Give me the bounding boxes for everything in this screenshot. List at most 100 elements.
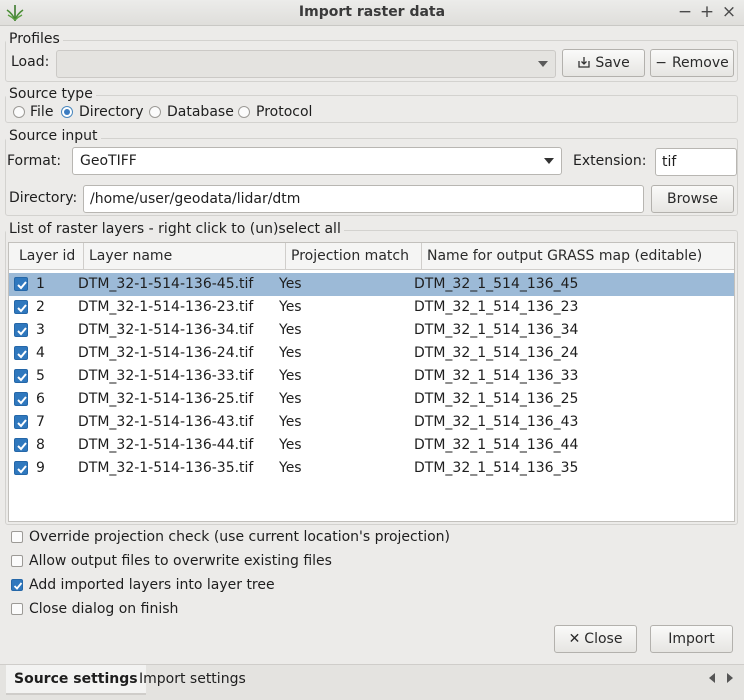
radio-directory-label[interactable]: Directory bbox=[79, 104, 144, 120]
save-profile-button[interactable]: Save bbox=[562, 49, 645, 77]
cell-layer-name: DTM_32-1-514-136-35.tif bbox=[78, 460, 254, 476]
override-projection-checkbox[interactable] bbox=[11, 531, 23, 543]
format-combo[interactable]: GeoTIFF bbox=[72, 147, 562, 175]
checkmark-icon bbox=[13, 582, 23, 590]
checkmark-icon bbox=[17, 350, 27, 359]
tab-import-settings[interactable]: Import settings bbox=[131, 665, 254, 695]
import-button[interactable]: Import bbox=[650, 625, 733, 653]
close-button[interactable]: ✕ Close bbox=[554, 625, 637, 653]
cell-layer-name: DTM_32-1-514-136-34.tif bbox=[78, 322, 254, 338]
chevron-down-icon bbox=[544, 158, 554, 164]
cell-output-name[interactable]: DTM_32_1_514_136_25 bbox=[414, 388, 578, 411]
remove-label: Remove bbox=[671, 55, 729, 71]
add-to-layer-tree-checkbox[interactable] bbox=[11, 579, 23, 591]
row-checkbox[interactable] bbox=[14, 323, 28, 337]
cell-layer-name: DTM_32-1-514-136-44.tif bbox=[78, 437, 254, 453]
column-header-layer-name[interactable]: Layer name bbox=[84, 243, 286, 270]
table-row[interactable]: 3 DTM_32-1-514-136-34.tif Yes DTM_32_1_514_… bbox=[9, 319, 734, 342]
cell-output-name[interactable]: DTM_32_1_514_136_45 bbox=[414, 273, 578, 296]
cell-output-name[interactable]: DTM_32_1_514_136_34 bbox=[414, 319, 578, 342]
profiles-group-title: Profiles bbox=[6, 31, 63, 47]
overwrite-files-label[interactable]: Allow output files to overwrite existing… bbox=[29, 553, 332, 569]
table-header: Layer id Layer name Projection match Nam… bbox=[9, 243, 734, 270]
table-row[interactable]: 6 DTM_32-1-514-136-25.tif Yes DTM_32_1_514_… bbox=[9, 388, 734, 411]
radio-database-label[interactable]: Database bbox=[167, 104, 234, 120]
row-checkbox[interactable] bbox=[14, 392, 28, 406]
table-row[interactable]: 9 DTM_32-1-514-136-35.tif Yes DTM_32_1_514_… bbox=[9, 457, 734, 480]
table-row[interactable]: 1 DTM_32-1-514-136-45.tif Yes DTM_32_1_514_… bbox=[9, 273, 734, 296]
tab-scroll-left-icon[interactable] bbox=[709, 673, 715, 683]
row-checkbox[interactable] bbox=[14, 369, 28, 383]
table-row[interactable]: 2 DTM_32-1-514-136-23.tif Yes DTM_32_1_514_… bbox=[9, 296, 734, 319]
cell-projection-match: Yes bbox=[279, 299, 302, 315]
save-label: Save bbox=[595, 55, 630, 71]
format-value: GeoTIFF bbox=[80, 153, 137, 169]
cell-layer-name: DTM_32-1-514-136-45.tif bbox=[78, 276, 254, 292]
checkmark-icon bbox=[17, 304, 27, 313]
raster-layers-table[interactable]: Layer id Layer name Projection match Nam… bbox=[8, 242, 735, 522]
column-header-output-name[interactable]: Name for output GRASS map (editable) bbox=[422, 243, 734, 270]
add-to-layer-tree-label[interactable]: Add imported layers into layer tree bbox=[29, 577, 275, 593]
directory-input[interactable]: /home/user/geodata/lidar/dtm bbox=[83, 185, 644, 213]
table-row[interactable]: 8 DTM_32-1-514-136-44.tif Yes DTM_32_1_514_… bbox=[9, 434, 734, 457]
title-bar: Import raster data − + × bbox=[0, 0, 744, 26]
table-row[interactable]: 4 DTM_32-1-514-136-24.tif Yes DTM_32_1_514_… bbox=[9, 342, 734, 365]
table-row[interactable]: 5 DTM_32-1-514-136-33.tif Yes DTM_32_1_514_… bbox=[9, 365, 734, 388]
directory-label: Directory: bbox=[9, 190, 78, 206]
column-header-layer-id[interactable]: Layer id bbox=[14, 243, 84, 270]
checkmark-icon bbox=[17, 373, 27, 382]
table-row[interactable]: 7 DTM_32-1-514-136-43.tif Yes DTM_32_1_514_… bbox=[9, 411, 734, 434]
radio-database[interactable] bbox=[149, 106, 161, 118]
remove-profile-button[interactable]: − Remove bbox=[650, 49, 734, 77]
checkmark-icon bbox=[17, 442, 27, 451]
tab-bar: Source settings Import settings bbox=[0, 664, 744, 700]
close-window-button[interactable]: × bbox=[720, 2, 738, 22]
cell-layer-name: DTM_32-1-514-136-25.tif bbox=[78, 391, 254, 407]
cell-projection-match: Yes bbox=[279, 437, 302, 453]
cell-output-name[interactable]: DTM_32_1_514_136_33 bbox=[414, 365, 578, 388]
row-checkbox[interactable] bbox=[14, 461, 28, 475]
minimize-button[interactable]: − bbox=[676, 2, 694, 22]
load-label: Load: bbox=[11, 54, 50, 70]
radio-directory[interactable] bbox=[61, 106, 73, 118]
radio-file[interactable] bbox=[13, 106, 25, 118]
layers-group-title: List of raster layers - right click to (… bbox=[6, 221, 344, 237]
tab-source-settings[interactable]: Source settings bbox=[6, 665, 146, 695]
load-profile-combo[interactable] bbox=[56, 50, 556, 78]
cell-layer-id: 5 bbox=[36, 368, 45, 384]
close-on-finish-label[interactable]: Close dialog on finish bbox=[29, 601, 178, 617]
radio-protocol[interactable] bbox=[238, 106, 250, 118]
cell-layer-id: 6 bbox=[36, 391, 45, 407]
extension-input[interactable]: tif bbox=[655, 148, 737, 176]
cell-layer-name: DTM_32-1-514-136-23.tif bbox=[78, 299, 254, 315]
maximize-button[interactable]: + bbox=[698, 2, 716, 22]
cell-projection-match: Yes bbox=[279, 391, 302, 407]
tab-scroll-right-icon[interactable] bbox=[727, 673, 733, 683]
overwrite-files-checkbox[interactable] bbox=[11, 555, 23, 567]
cell-output-name[interactable]: DTM_32_1_514_136_35 bbox=[414, 457, 578, 480]
cell-output-name[interactable]: DTM_32_1_514_136_44 bbox=[414, 434, 578, 457]
row-checkbox[interactable] bbox=[14, 346, 28, 360]
browse-button[interactable]: Browse bbox=[651, 185, 734, 213]
checkmark-icon bbox=[17, 281, 27, 290]
save-icon bbox=[578, 57, 590, 68]
checkmark-icon bbox=[17, 327, 27, 336]
row-checkbox[interactable] bbox=[14, 415, 28, 429]
cell-layer-id: 9 bbox=[36, 460, 45, 476]
cell-output-name[interactable]: DTM_32_1_514_136_43 bbox=[414, 411, 578, 434]
row-checkbox[interactable] bbox=[14, 300, 28, 314]
row-checkbox[interactable] bbox=[14, 438, 28, 452]
source-input-group-title: Source input bbox=[6, 128, 101, 144]
override-projection-label[interactable]: Override projection check (use current l… bbox=[29, 529, 450, 545]
checkmark-icon bbox=[17, 396, 27, 405]
cell-output-name[interactable]: DTM_32_1_514_136_23 bbox=[414, 296, 578, 319]
radio-protocol-label[interactable]: Protocol bbox=[256, 104, 312, 120]
cell-output-name[interactable]: DTM_32_1_514_136_24 bbox=[414, 342, 578, 365]
radio-file-label[interactable]: File bbox=[30, 104, 53, 120]
row-checkbox[interactable] bbox=[14, 277, 28, 291]
column-header-projection-match[interactable]: Projection match bbox=[286, 243, 422, 270]
cell-projection-match: Yes bbox=[279, 276, 302, 292]
close-on-finish-checkbox[interactable] bbox=[11, 603, 23, 615]
checkmark-icon bbox=[17, 419, 27, 428]
cell-layer-name: DTM_32-1-514-136-33.tif bbox=[78, 368, 254, 384]
